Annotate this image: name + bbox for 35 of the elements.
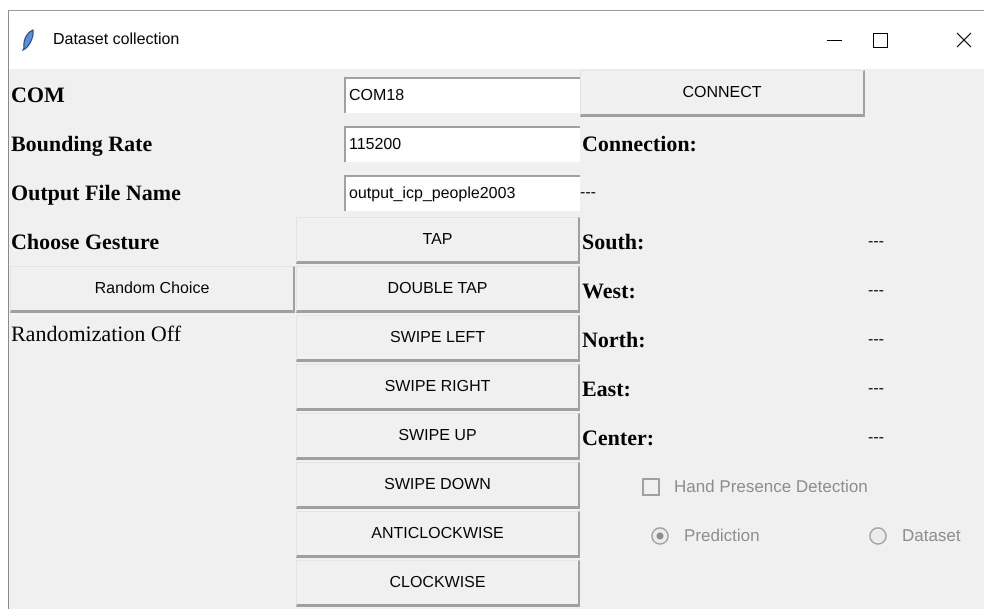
reading-value: --- xyxy=(867,380,884,398)
input-field[interactable]: output_icp_people2003 xyxy=(344,174,580,210)
reading-label: North: xyxy=(581,326,646,352)
gesture-button[interactable]: ANTICLOCKWISE xyxy=(296,511,580,558)
gesture-button[interactable]: TAP xyxy=(296,217,580,264)
checkbox-label: Hand Presence Detection xyxy=(674,476,868,496)
field-label: Bounding Rate xyxy=(10,130,152,156)
reading-label: East: xyxy=(581,376,631,402)
randomization-status: Randomization Off xyxy=(10,320,182,347)
gesture-button[interactable]: SWIPE RIGHT xyxy=(296,364,580,411)
window-title: Dataset collection xyxy=(53,31,180,49)
connection-label: Connection: xyxy=(581,130,697,156)
random-choice-button[interactable]: Random Choice xyxy=(10,266,295,313)
gesture-button[interactable]: SWIPE UP xyxy=(296,413,580,460)
reading-label: Center: xyxy=(581,424,654,450)
gesture-button[interactable]: DOUBLE TAP xyxy=(296,266,580,313)
input-field[interactable]: COM18 xyxy=(344,76,580,112)
reading-label: South: xyxy=(581,228,644,254)
reading-value: --- xyxy=(867,232,884,250)
input-field[interactable]: 115200 xyxy=(344,126,580,162)
feather-icon xyxy=(21,29,35,51)
reading-value: --- xyxy=(867,428,884,446)
connection-value: --- xyxy=(580,184,596,202)
radio-label: Prediction xyxy=(684,526,760,546)
reading-label: West: xyxy=(581,278,636,304)
reading-value: --- xyxy=(867,282,884,300)
gesture-button[interactable]: SWIPE DOWN xyxy=(296,462,580,509)
field-label: COM xyxy=(10,82,65,108)
gesture-button[interactable]: CLOCKWISE xyxy=(296,560,580,607)
connect-button[interactable]: CONNECT xyxy=(580,70,865,117)
choose-gesture-label: Choose Gesture xyxy=(10,228,160,254)
reading-value: --- xyxy=(867,330,884,348)
radio-label: Dataset xyxy=(902,526,961,546)
field-label: Output File Name xyxy=(10,180,181,206)
gesture-button[interactable]: SWIPE LEFT xyxy=(296,315,580,362)
